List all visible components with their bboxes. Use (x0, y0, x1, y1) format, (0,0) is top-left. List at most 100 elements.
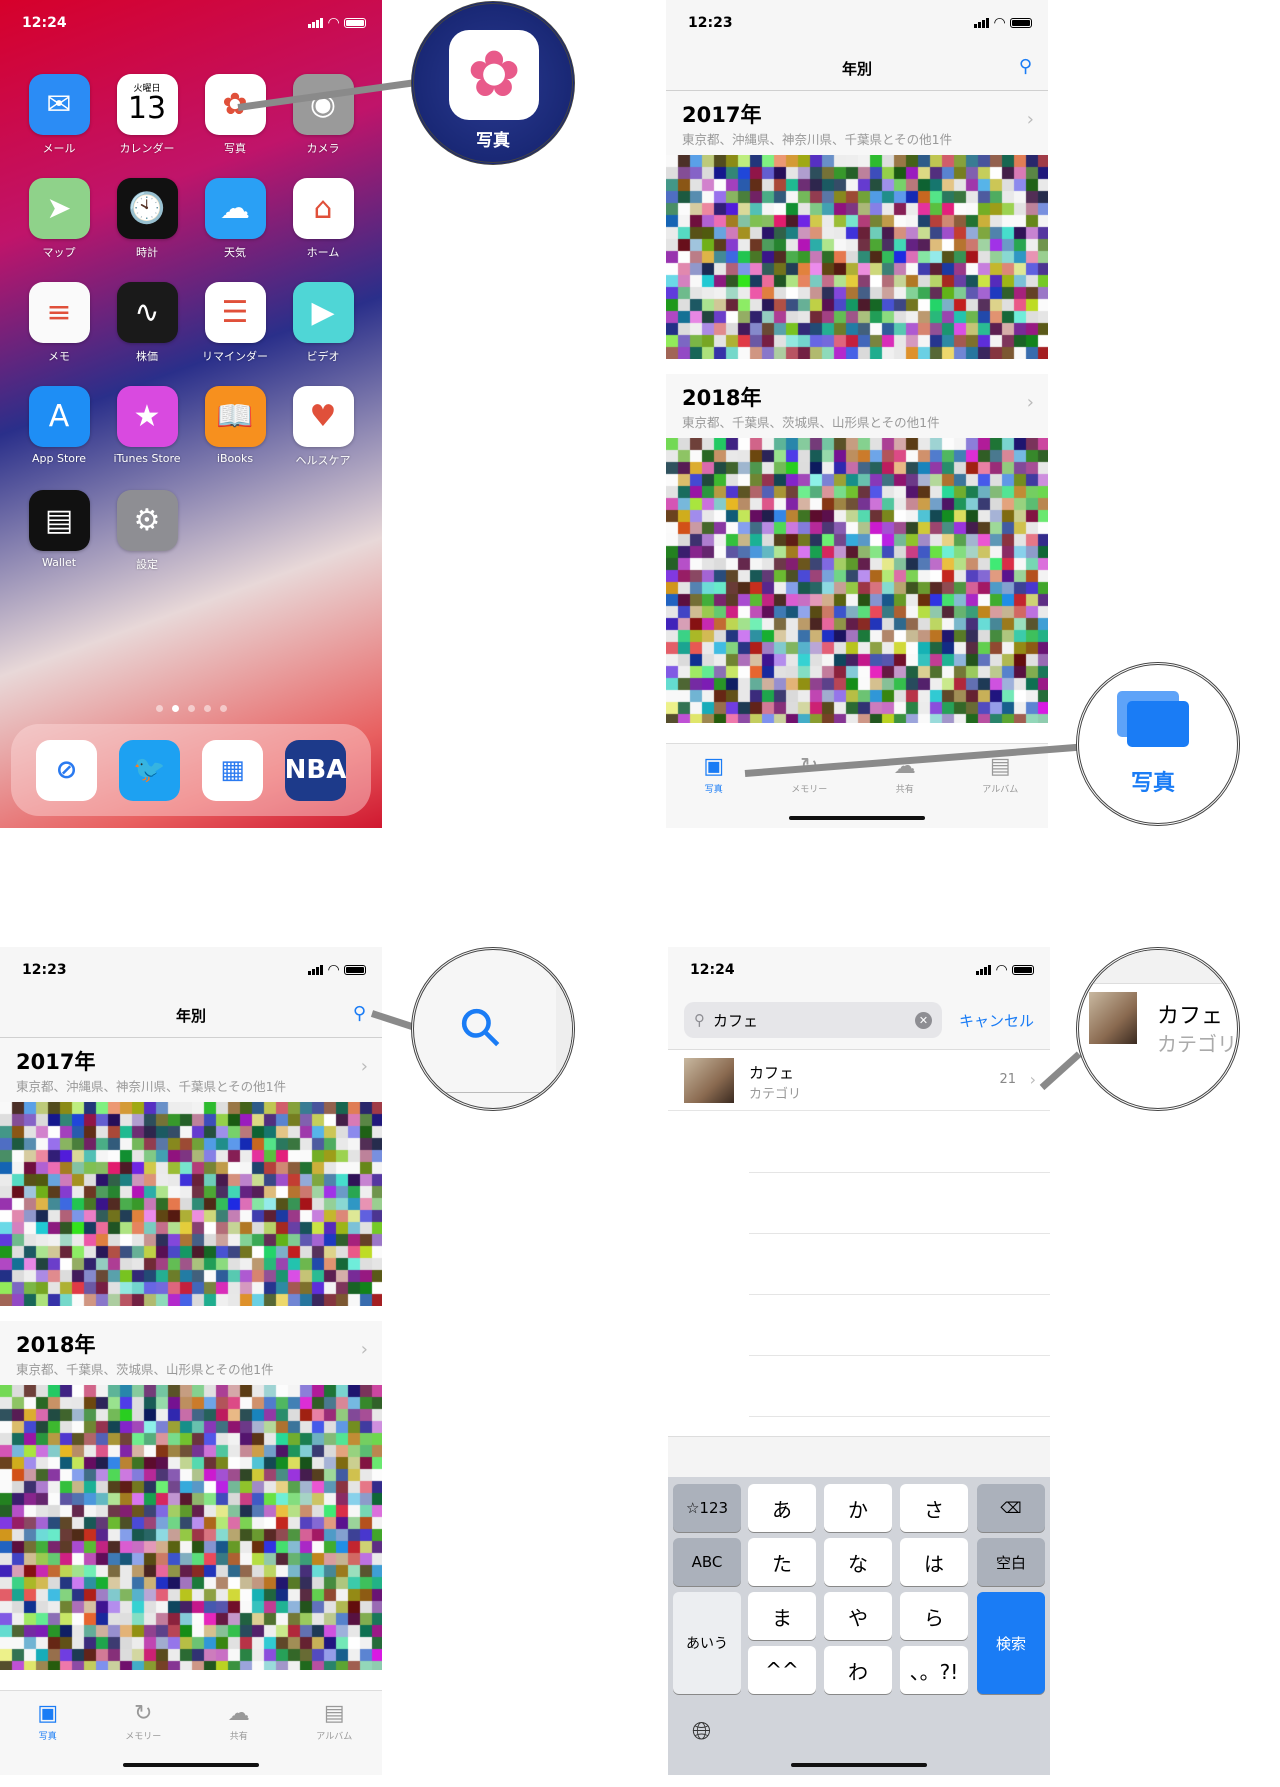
tab-albums[interactable]: ▤ アルバム (287, 1691, 383, 1775)
divider (749, 1416, 1050, 1417)
search-button[interactable]: ⚲ (353, 1003, 366, 1024)
app-home[interactable]: ⌂ ホーム (283, 178, 363, 260)
icon-glyph: ▤ (44, 502, 74, 538)
search-icon: ⚲ (446, 993, 516, 1063)
photo-grid-0[interactable] (0, 1102, 382, 1306)
app-videos[interactable]: ▶ ビデオ (283, 282, 363, 364)
photo-grid-1[interactable] (666, 438, 1048, 723)
result-name: カフェ (749, 1064, 795, 1082)
app-wallet[interactable]: ▤ Wallet (19, 490, 99, 569)
search-button[interactable]: ⚲ (1019, 56, 1032, 77)
status-time: 12:24 (690, 962, 735, 978)
app-health[interactable]: ♥ ヘルスケア (283, 386, 363, 468)
page-dot[interactable] (155, 705, 163, 712)
photo-grid-1[interactable] (0, 1385, 382, 1670)
page-title: 年別 (175, 1007, 206, 1025)
app-settings[interactable]: ⚙ 設定 (107, 490, 187, 572)
icon-glyph: ☁ (220, 190, 250, 226)
year-header-0[interactable]: 2017年 東京都、沖縄県、神奈川県、千葉県とその他1件 › (0, 1038, 382, 1102)
app-label: 設定 (136, 558, 158, 571)
key[interactable]: あいう (673, 1592, 741, 1694)
home-indicator (123, 1763, 259, 1767)
page-dot[interactable] (203, 705, 211, 712)
notes-icon: ≡ (28, 282, 90, 343)
page-dot[interactable] (187, 705, 195, 712)
status-bar: 12:24 ◠ (690, 961, 1034, 979)
year-title: 2018年 (16, 1333, 96, 1357)
status-bar: 12:23 ◠ (22, 961, 366, 979)
delete-key[interactable]: ⌫ (977, 1484, 1045, 1532)
app-itunes-store[interactable]: ★ iTunes Store (107, 386, 187, 465)
app-label: ビデオ (306, 350, 340, 363)
key[interactable]: ^^ (748, 1646, 816, 1694)
ibooks-icon: 📖 (204, 386, 266, 447)
clear-search-button[interactable]: ✕ (915, 1011, 932, 1029)
tab-photos-tab[interactable]: ▣ 写真 (0, 1691, 96, 1775)
page-indicator[interactable] (0, 705, 382, 712)
tab-label: 写真 (38, 1732, 57, 1742)
news-icon[interactable]: ▦ (202, 739, 263, 801)
app-stocks[interactable]: ∿ 株価 (107, 282, 187, 364)
app-photos[interactable]: ✿ 写真 (195, 74, 275, 156)
year-header-1[interactable]: 2018年 東京都、千葉県、茨城県、山形県とその他1件 › (0, 1321, 382, 1385)
year-title: 2017年 (682, 103, 762, 127)
tab-photos-tab[interactable]: ▣ 写真 (666, 744, 762, 828)
key[interactable]: ま (748, 1592, 816, 1640)
albums-icon: ▤ (323, 1701, 345, 1726)
signal-icon (308, 965, 324, 975)
key[interactable]: 、。?! (900, 1646, 968, 1694)
globe-icon[interactable]: 🌐︎ (692, 1717, 711, 1745)
wifi-icon: ◠ (328, 962, 339, 978)
year-header-1[interactable]: 2018年 東京都、千葉県、茨城県、山形県とその他1件 › (666, 374, 1048, 438)
key[interactable]: な (824, 1538, 892, 1586)
search-result-row[interactable]: カフェ カテゴリ 21 › (668, 1050, 1050, 1111)
nba-icon[interactable]: NBA (285, 739, 346, 801)
app-maps[interactable]: ➤ マップ (19, 178, 99, 260)
app-label: ホーム (306, 246, 340, 259)
key[interactable]: は (900, 1538, 968, 1586)
icon-glyph: ✉ (46, 86, 72, 122)
year-title: 2017年 (16, 1050, 96, 1074)
key[interactable]: あ (748, 1484, 816, 1532)
key[interactable]: 空白 (977, 1538, 1045, 1586)
app-weather[interactable]: ☁ 天気 (195, 178, 275, 260)
search-input[interactable]: ⚲ カフェ ✕ (684, 1002, 942, 1038)
memories-icon: ↻ (134, 1701, 153, 1726)
key[interactable]: さ (900, 1484, 968, 1532)
key[interactable]: た (748, 1538, 816, 1586)
magnified-label: 写真 (1131, 771, 1176, 796)
key[interactable]: か (824, 1484, 892, 1532)
app-label: iTunes Store (113, 452, 181, 465)
app-ibooks[interactable]: 📖 iBooks (195, 386, 275, 465)
page-dot[interactable] (171, 705, 179, 712)
icon-glyph: 🕙 (128, 190, 166, 226)
icon-glyph: ☰ (221, 294, 249, 330)
app-camera[interactable]: ◉ カメラ (283, 74, 363, 156)
key[interactable]: ABC (673, 1538, 741, 1586)
photo-grid-0[interactable] (666, 155, 1048, 359)
app-mail[interactable]: ✉ メール (19, 74, 99, 156)
cancel-button[interactable]: キャンセル (959, 1010, 1034, 1031)
icon-glyph: ♥ (309, 398, 337, 434)
app-clock[interactable]: 🕙 時計 (107, 178, 187, 260)
key[interactable]: や (824, 1592, 892, 1640)
calendar-date: 13 (127, 91, 167, 126)
nav-bar: 12:23 ◠ 年別 ⚲ (666, 0, 1048, 91)
result-count: 21 (999, 1072, 1016, 1087)
key[interactable]: わ (824, 1646, 892, 1694)
app-notes[interactable]: ≡ メモ (19, 282, 99, 364)
safari-icon[interactable]: ⊘ (36, 739, 97, 801)
app-reminders[interactable]: ☰ リマインダー (195, 282, 275, 364)
page-dot[interactable] (219, 705, 227, 712)
shared-cloud-icon: ☁ (227, 1701, 250, 1726)
key[interactable]: 検索 (977, 1592, 1045, 1694)
app-app-store[interactable]: A App Store (19, 386, 99, 465)
tab-label: アルバム (982, 785, 1019, 795)
key[interactable]: ら (900, 1592, 968, 1640)
app-calendar[interactable]: 火曜日 13 カレンダー (107, 74, 187, 156)
twitter-icon[interactable]: 🐦 (119, 739, 180, 801)
key[interactable]: ☆123 (673, 1484, 741, 1532)
divider (749, 1233, 1050, 1234)
status-bar: 12:23 ◠ (688, 14, 1032, 32)
year-header-0[interactable]: 2017年 東京都、沖縄県、神奈川県、千葉県とその他1件 › (666, 91, 1048, 155)
